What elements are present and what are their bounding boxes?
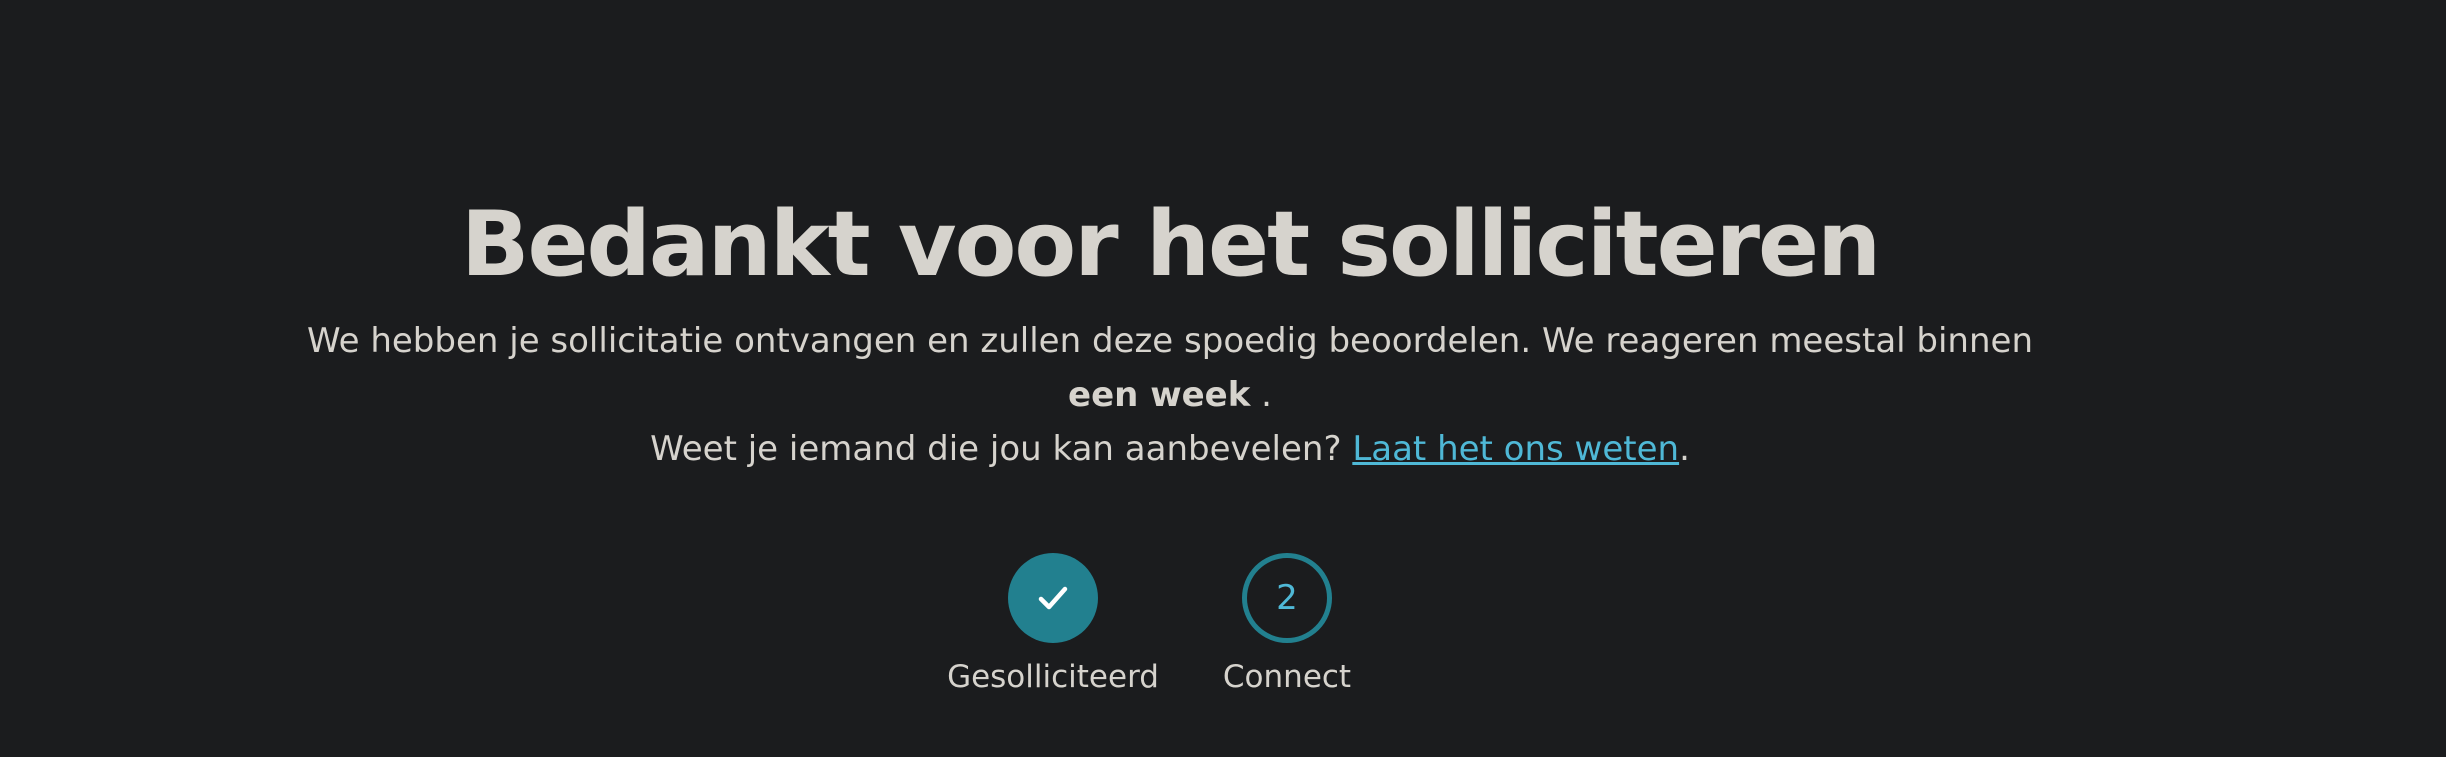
step-completed-circle bbox=[1008, 553, 1098, 643]
step-number: 2 bbox=[1276, 578, 1298, 618]
referral-link[interactable]: Laat het ons weten bbox=[1352, 429, 1679, 469]
confirmation-page: Bedankt voor het solliciteren We hebben … bbox=[0, 0, 2446, 757]
referral-text: Weet je iemand die jou kan aanbevelen? bbox=[650, 429, 1353, 469]
confirmation-content: Bedankt voor het solliciteren We hebben … bbox=[0, 190, 2340, 476]
step-applied: Gesolliciteerd bbox=[947, 553, 1159, 697]
step-connect: 2 Connect bbox=[1205, 553, 1369, 697]
confirmation-message: We hebben je sollicitatie ontvangen en z… bbox=[270, 314, 2070, 476]
message-text: We hebben je sollicitatie ontvangen en z… bbox=[306, 321, 2033, 361]
referral-punctuation: . bbox=[1679, 429, 1690, 469]
step-label: Gesolliciteerd bbox=[947, 659, 1159, 695]
check-icon bbox=[1038, 586, 1068, 610]
progress-steps: Gesolliciteerd 2 Connect bbox=[0, 553, 2340, 697]
response-time: een week bbox=[1068, 375, 1251, 415]
step-label: Connect bbox=[1222, 659, 1352, 695]
step-number-circle: 2 bbox=[1242, 553, 1332, 643]
message-punctuation: . bbox=[1250, 375, 1272, 415]
page-title: Bedankt voor het solliciteren bbox=[460, 192, 1881, 297]
